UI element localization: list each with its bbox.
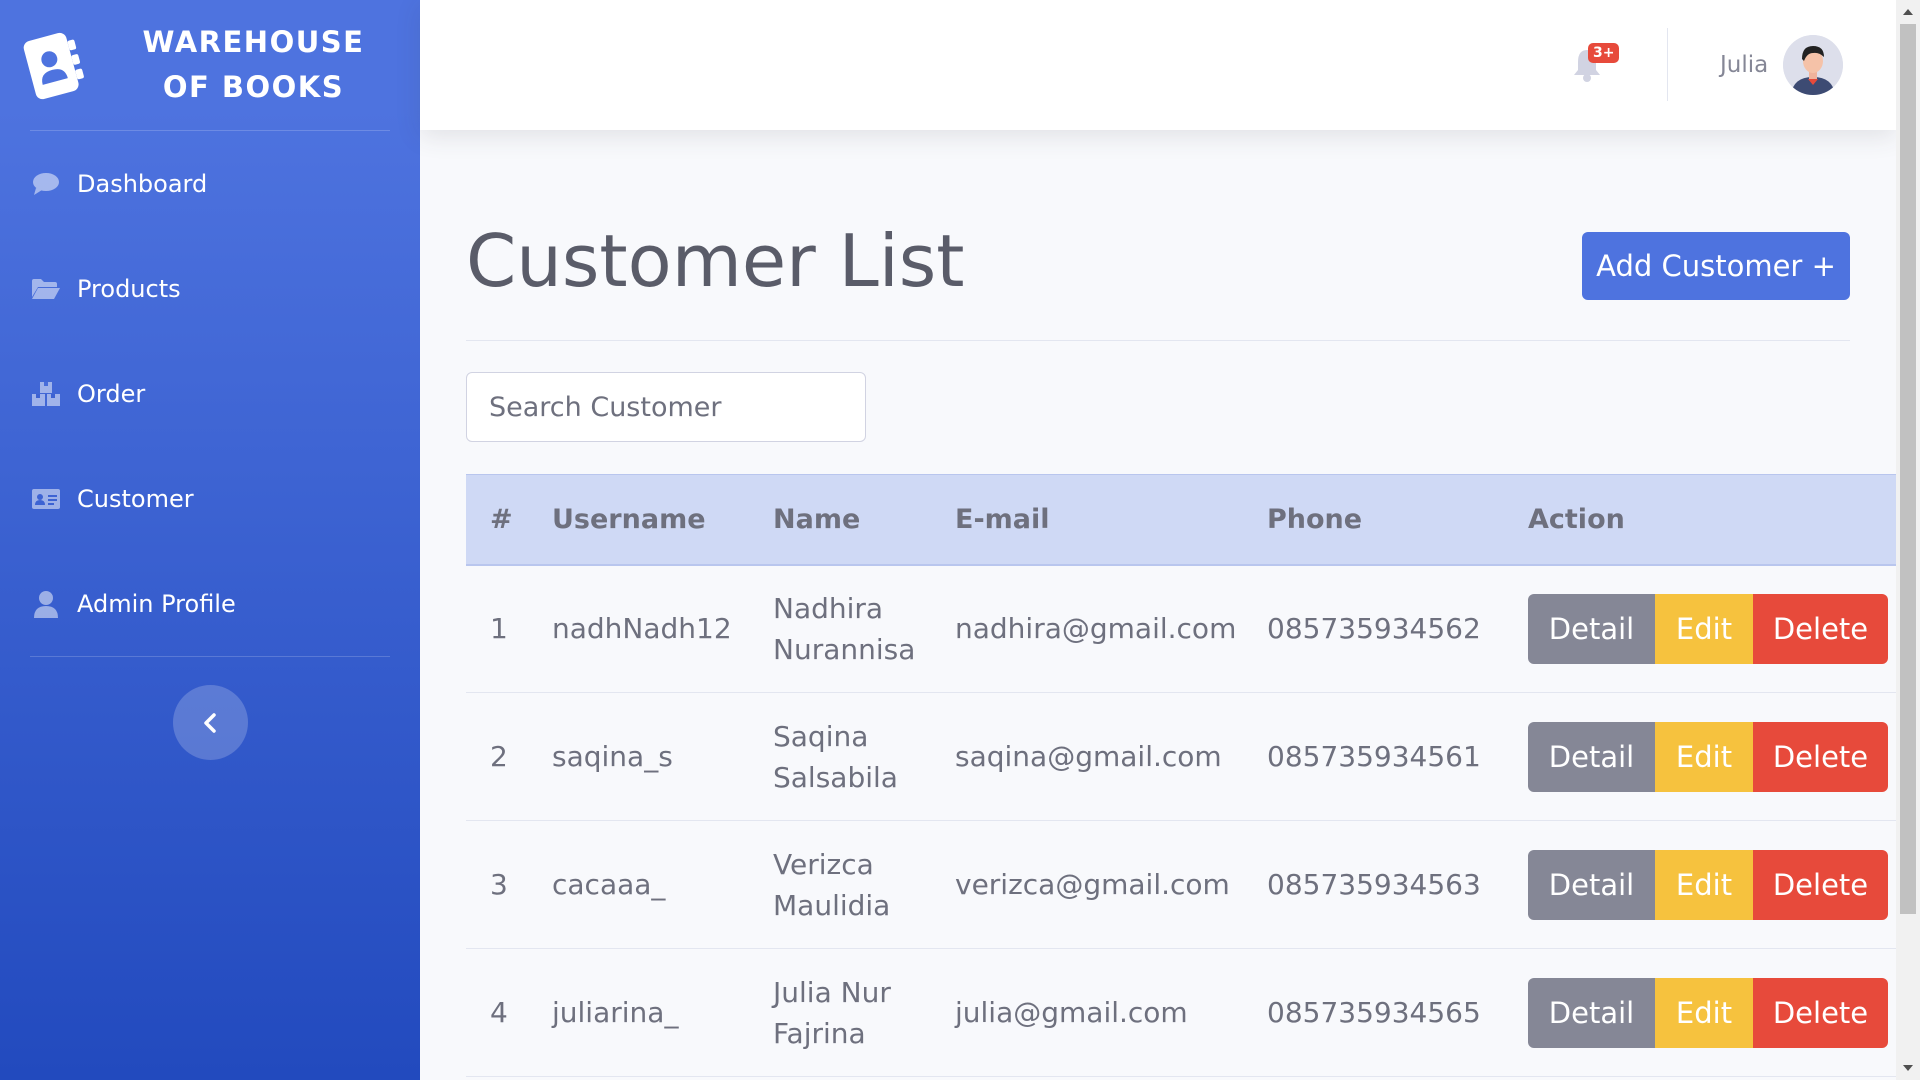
chevron-left-icon: [204, 712, 216, 733]
table-header-row: # Username Name E-mail Phone Action: [466, 474, 1896, 566]
scrollbar-thumb[interactable]: [1900, 24, 1916, 914]
main-content: Customer List Add Customer + # Username …: [420, 130, 1896, 1080]
scroll-up-arrow-icon[interactable]: [1896, 0, 1920, 24]
brand[interactable]: WAREHOUSE OF BOOKS: [0, 0, 420, 130]
cell-number: 3: [466, 820, 528, 949]
cell-number: 1: [466, 564, 528, 693]
customer-table: # Username Name E-mail Phone Action 1 na…: [466, 474, 1896, 1077]
table-row: 2 saqina_s Saqina Salsabila saqina@gmail…: [466, 692, 1896, 821]
header-email: E-mail: [931, 474, 1243, 566]
vertical-scrollbar[interactable]: [1896, 0, 1920, 1080]
page-title: Customer List: [466, 219, 965, 303]
topbar-divider: [1667, 28, 1668, 101]
detail-button[interactable]: Detail: [1528, 849, 1655, 920]
cell-email: verizca@gmail.com: [931, 820, 1243, 949]
detail-button[interactable]: Detail: [1528, 977, 1655, 1048]
id-card-icon: [30, 485, 62, 513]
edit-button[interactable]: Edit: [1655, 593, 1753, 664]
cell-number: 2: [466, 692, 528, 821]
cell-name: Saqina Salsabila: [749, 692, 931, 821]
header-username: Username: [528, 474, 749, 566]
sidebar-toggle-button[interactable]: [172, 685, 248, 760]
user-icon: [30, 590, 62, 618]
topbar: 3+ Julia: [420, 0, 1896, 130]
header-name: Name: [749, 474, 931, 566]
cell-phone: 085735934561: [1243, 692, 1504, 821]
address-book-icon: [15, 25, 96, 106]
cell-email: nadhira@gmail.com: [931, 564, 1243, 693]
table-row: 3 cacaaa_ Verizca Maulidia verizca@gmail…: [466, 820, 1896, 949]
sidebar-item-label: Customer: [77, 484, 194, 513]
cell-actions: Detail Edit Delete: [1504, 692, 1896, 821]
edit-button[interactable]: Edit: [1655, 849, 1753, 920]
cell-phone: 085735934562: [1243, 564, 1504, 693]
add-customer-button[interactable]: Add Customer +: [1582, 232, 1850, 300]
cell-email: saqina@gmail.com: [931, 692, 1243, 821]
cell-username: juliarina_: [528, 948, 749, 1077]
header-action: Action: [1504, 474, 1896, 566]
header-phone: Phone: [1243, 474, 1504, 566]
delete-button[interactable]: Delete: [1753, 593, 1888, 664]
cell-username: saqina_s: [528, 692, 749, 821]
sidebar-nav: Dashboard Products Order Customer Admin …: [0, 131, 420, 656]
cell-phone: 085735934565: [1243, 948, 1504, 1077]
cell-name: Verizca Maulidia: [749, 820, 931, 949]
cell-phone: 085735934563: [1243, 820, 1504, 949]
brand-name: WAREHOUSE OF BOOKS: [142, 25, 365, 104]
sidebar-item-label: Order: [77, 379, 146, 408]
avatar[interactable]: [1783, 35, 1843, 95]
action-button-group: Detail Edit Delete: [1528, 977, 1888, 1048]
title-divider: [466, 340, 1850, 341]
delete-button[interactable]: Delete: [1753, 849, 1888, 920]
cell-number: 4: [466, 948, 528, 1077]
cell-actions: Detail Edit Delete: [1504, 820, 1896, 949]
action-button-group: Detail Edit Delete: [1528, 593, 1888, 664]
action-button-group: Detail Edit Delete: [1528, 721, 1888, 792]
folder-open-icon: [30, 275, 62, 303]
cell-username: cacaaa_: [528, 820, 749, 949]
boxes-icon: [30, 380, 62, 408]
sidebar-item-products[interactable]: Products: [0, 236, 420, 341]
detail-button[interactable]: Detail: [1528, 593, 1655, 664]
cell-actions: Detail Edit Delete: [1504, 948, 1896, 1077]
sidebar-item-label: Products: [77, 274, 181, 303]
delete-button[interactable]: Delete: [1753, 721, 1888, 792]
table-row: 4 juliarina_ Julia Nur Fajrina julia@gma…: [466, 948, 1896, 1077]
detail-button[interactable]: Detail: [1528, 721, 1655, 792]
sidebar-item-customer[interactable]: Customer: [0, 446, 420, 551]
sidebar: WAREHOUSE OF BOOKS Dashboard Products Or…: [0, 0, 420, 1080]
sidebar-toggle-wrap: [0, 657, 420, 760]
sidebar-item-dashboard[interactable]: Dashboard: [0, 131, 420, 236]
edit-button[interactable]: Edit: [1655, 977, 1753, 1048]
search-input[interactable]: [466, 372, 866, 442]
cell-name: Julia Nur Fajrina: [749, 948, 931, 1077]
cell-email: julia@gmail.com: [931, 948, 1243, 1077]
sidebar-item-order[interactable]: Order: [0, 341, 420, 446]
action-button-group: Detail Edit Delete: [1528, 849, 1888, 920]
cell-name: Nadhira Nurannisa: [749, 564, 931, 693]
comment-icon: [30, 170, 62, 198]
cell-username: nadhNadh12: [528, 564, 749, 693]
sidebar-item-label: Dashboard: [77, 169, 208, 198]
user-name[interactable]: Julia: [1720, 52, 1768, 78]
delete-button[interactable]: Delete: [1753, 977, 1888, 1048]
table-row: 1 nadhNadh12 Nadhira Nurannisa nadhira@g…: [466, 564, 1896, 693]
edit-button[interactable]: Edit: [1655, 721, 1753, 792]
sidebar-item-label: Admin Profile: [77, 589, 236, 618]
cell-actions: Detail Edit Delete: [1504, 564, 1896, 693]
sidebar-item-admin-profile[interactable]: Admin Profile: [0, 551, 420, 656]
header-number: #: [466, 474, 528, 566]
scroll-down-arrow-icon[interactable]: [1896, 1056, 1920, 1080]
notification-badge: 3+: [1588, 43, 1620, 63]
